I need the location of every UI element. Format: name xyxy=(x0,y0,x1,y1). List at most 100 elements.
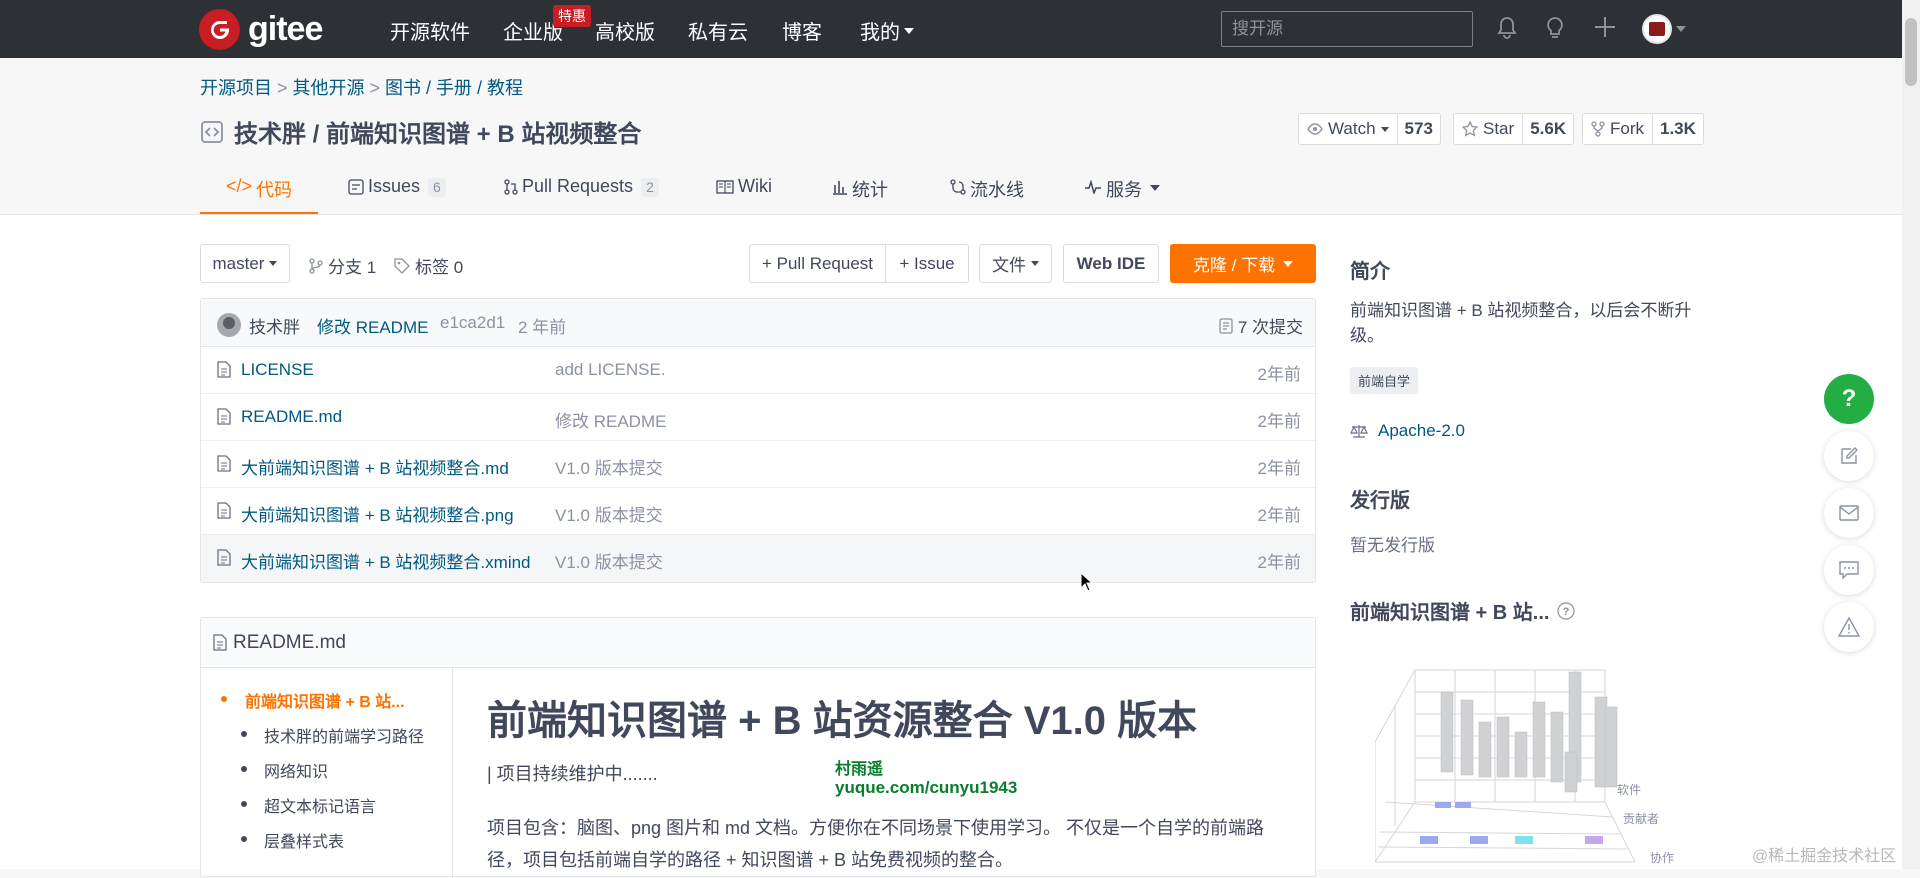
pull-request-icon xyxy=(504,179,518,195)
page-scrollbar[interactable] xyxy=(1902,0,1920,869)
eye-icon xyxy=(1307,123,1323,135)
metric-title: 前端知识图谱 + B 站... xyxy=(1350,602,1550,624)
file-name[interactable]: 大前端知识图谱 + B 站视频整合.xmind xyxy=(241,548,531,573)
tab-wiki[interactable]: Wiki xyxy=(716,170,772,215)
file-commit-message[interactable]: V1.0 版本提交 xyxy=(555,548,663,573)
toc-bullet xyxy=(241,836,247,842)
bar-chart-icon xyxy=(833,181,847,195)
breadcrumb-open-source[interactable]: 开源项目 xyxy=(200,78,272,98)
file-row[interactable]: LICENSE add LICENSE. 2年前 xyxy=(201,347,1315,394)
gitee-logo[interactable]: gitee xyxy=(199,9,323,50)
new-pull-request-button[interactable]: + Pull Request xyxy=(749,244,886,283)
branch-select[interactable]: master xyxy=(200,244,290,283)
footer-watermark: @稀土掘金技术社区 xyxy=(1752,848,1897,865)
web-ide-button[interactable]: Web IDE xyxy=(1063,244,1159,283)
fork-count[interactable]: 1.3K xyxy=(1653,114,1703,144)
breadcrumb-other[interactable]: 其他开源 xyxy=(293,78,365,98)
clone-download-button[interactable]: 克隆 / 下载 xyxy=(1170,244,1316,283)
breadcrumb: 开源项目 > 其他开源 > 图书 / 手册 / 教程 xyxy=(200,78,524,98)
metric-title-row: 前端知识图谱 + B 站... ? xyxy=(1350,596,1576,625)
mail-button[interactable] xyxy=(1824,488,1874,538)
search-input[interactable] xyxy=(1221,11,1473,47)
new-issue-button[interactable]: + Issue xyxy=(885,244,969,283)
top-navbar: gitee 开源软件 企业版 特惠 高校版 私有云 博客 我的 xyxy=(0,0,1920,58)
tab-wiki-label: Wiki xyxy=(738,176,772,196)
file-time: 2年前 xyxy=(1257,412,1301,431)
file-name[interactable]: README.md xyxy=(241,407,342,427)
license-link[interactable]: Apache-2.0 xyxy=(1350,421,1465,441)
files-dropdown[interactable]: 文件 xyxy=(979,244,1052,283)
tab-pipeline[interactable]: 流水线 xyxy=(950,170,1024,215)
tag-icon xyxy=(394,257,410,274)
toc-item[interactable]: 超文本标记语言 xyxy=(264,793,376,817)
commits-count-link[interactable]: 7 次提交 xyxy=(1219,313,1303,338)
star-count[interactable]: 5.6K xyxy=(1523,114,1573,144)
commit-hash[interactable]: e1ca2d1 xyxy=(440,313,505,333)
file-icon xyxy=(217,455,231,472)
commit-author[interactable]: 技术胖 xyxy=(249,313,300,338)
toc-item[interactable]: 层叠样式表 xyxy=(264,828,344,852)
file-commit-message[interactable]: add LICENSE. xyxy=(555,360,666,380)
nav-open-source[interactable]: 开源软件 xyxy=(390,16,470,45)
tab-services[interactable]: 服务 xyxy=(1084,170,1160,215)
topic-tag[interactable]: 前端自学 xyxy=(1350,367,1419,394)
repo-name[interactable]: 技术胖 / 前端知识图谱 + B 站视频整合 xyxy=(234,114,641,149)
fork-button[interactable]: Fork 1.3K xyxy=(1582,113,1704,145)
plus-icon[interactable] xyxy=(1594,16,1616,38)
file-commit-message[interactable]: V1.0 版本提交 xyxy=(555,454,663,479)
file-icon xyxy=(217,549,231,566)
file-name[interactable]: LICENSE xyxy=(241,360,314,380)
branches-link[interactable]: 分支 1 xyxy=(309,253,376,278)
report-button[interactable] xyxy=(1824,602,1874,652)
nav-blog[interactable]: 博客 xyxy=(782,16,822,45)
tags-link[interactable]: 标签 0 xyxy=(394,253,463,278)
help-button[interactable]: ? xyxy=(1824,374,1874,424)
nav-mine[interactable]: 我的 xyxy=(860,16,914,45)
toc-bullet xyxy=(241,766,247,772)
file-row[interactable]: 大前端知识图谱 + B 站视频整合.png V1.0 版本提交 2年前 xyxy=(201,488,1315,535)
branch-icon xyxy=(309,257,323,274)
tab-stats[interactable]: 统计 xyxy=(832,170,888,215)
question-icon: ? xyxy=(1841,385,1857,412)
lightbulb-icon[interactable] xyxy=(1543,16,1567,40)
file-name[interactable]: 大前端知识图谱 + B 站视频整合.png xyxy=(241,501,514,526)
file-time: 2年前 xyxy=(1257,365,1301,384)
toc-item[interactable]: 网络知识 xyxy=(264,758,328,782)
help-icon[interactable]: ? xyxy=(1557,601,1576,620)
tab-code[interactable]: </> 代码 xyxy=(200,170,318,215)
nav-private-cloud[interactable]: 私有云 xyxy=(688,16,748,45)
commit-message[interactable]: 修改 README xyxy=(317,313,428,338)
file-commit-message[interactable]: 修改 README xyxy=(555,407,666,432)
bell-icon[interactable] xyxy=(1496,16,1518,40)
tab-pull-requests[interactable]: Pull Requests 2 xyxy=(504,170,659,215)
chevron-down-icon xyxy=(1380,126,1389,132)
tab-code-label: 代码 xyxy=(256,180,293,200)
pr-count: 2 xyxy=(641,178,659,197)
readme-paragraph: 项目包含：脑图、png 图片和 md 文档。方便你在不同场景下使用学习。 不仅是… xyxy=(487,818,1265,870)
file-row[interactable]: 大前端知识图谱 + B 站视频整合.xmind V1.0 版本提交 2年前 xyxy=(201,535,1315,582)
scrollbar-thumb[interactable] xyxy=(1905,18,1917,86)
star-label: Star xyxy=(1483,119,1515,138)
toc-item[interactable]: 技术胖的前端学习路径 xyxy=(264,723,424,747)
star-button[interactable]: Star 5.6K xyxy=(1453,113,1575,145)
toc-item[interactable]: 前端知识图谱 + B 站... xyxy=(245,688,405,712)
clone-label: 克隆 / 下载 xyxy=(1192,256,1276,275)
user-menu[interactable] xyxy=(1642,14,1686,44)
file-name[interactable]: 大前端知识图谱 + B 站视频整合.md xyxy=(241,454,509,479)
file-commit-message[interactable]: V1.0 版本提交 xyxy=(555,501,663,526)
watch-button[interactable]: Watch 573 xyxy=(1298,113,1441,145)
watch-count[interactable]: 573 xyxy=(1398,114,1440,144)
author-avatar[interactable] xyxy=(217,313,241,337)
breadcrumb-books[interactable]: 图书 / 手册 / 教程 xyxy=(385,78,523,98)
no-releases-text: 暂无发行版 xyxy=(1350,536,1435,555)
message-button[interactable] xyxy=(1824,545,1874,595)
edit-feedback-button[interactable] xyxy=(1824,431,1874,481)
nav-education[interactable]: 高校版 xyxy=(595,16,655,45)
file-row[interactable]: 大前端知识图谱 + B 站视频整合.md V1.0 版本提交 2年前 xyxy=(201,441,1315,488)
readme-header: README.md xyxy=(201,618,1315,668)
file-row[interactable]: README.md 修改 README 2年前 xyxy=(201,394,1315,441)
chevron-down-icon xyxy=(1676,26,1686,32)
tab-issues[interactable]: Issues 6 xyxy=(348,170,446,215)
brand-name: gitee xyxy=(248,10,323,48)
file-icon xyxy=(217,408,231,425)
